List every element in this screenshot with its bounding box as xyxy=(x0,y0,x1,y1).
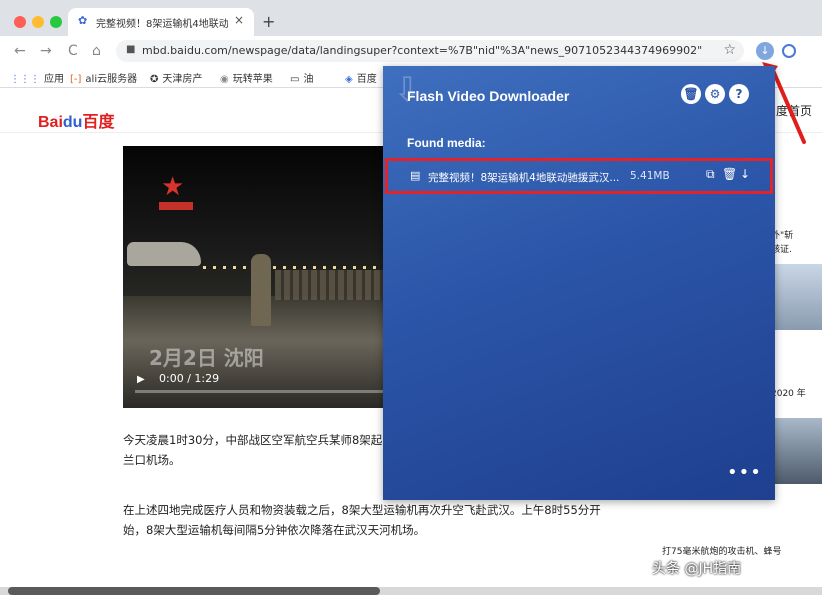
home-icon[interactable]: ⌂ xyxy=(92,43,101,59)
flash-video-downloader-popup: ⇩ Flash Video Downloader 🗑 ⚙ ? Found med… xyxy=(383,66,775,500)
close-window-button[interactable] xyxy=(14,16,26,28)
video-date-overlay: 2月2日 沈阳 xyxy=(149,346,264,370)
close-tab-icon[interactable]: × xyxy=(234,13,244,27)
media-name[interactable]: 完整视频！8架运输机4地联动驰援武汉... xyxy=(428,170,624,185)
reload-icon[interactable]: C xyxy=(68,43,78,59)
bookmark-folder[interactable]: ▭ 油 xyxy=(290,70,313,85)
file-icon: ▤ xyxy=(410,169,421,182)
baidu-paw-icon: du xyxy=(62,114,83,131)
found-media-label: Found media: xyxy=(407,136,486,150)
help-icon[interactable]: ? xyxy=(729,84,749,104)
back-icon[interactable]: ← xyxy=(14,43,26,59)
media-item[interactable]: ▤ 完整视频！8架运输机4地联动驰援武汉... 5.41MB ⧉ 🗑 ↓ xyxy=(385,158,773,194)
more-options-icon[interactable]: ••• xyxy=(727,462,762,483)
new-tab-button[interactable]: + xyxy=(262,12,275,31)
troops-image xyxy=(275,270,385,300)
tab-title: 完整视频！8架运输机4地联动驰 xyxy=(96,19,228,30)
side-thumbnail[interactable] xyxy=(772,264,822,330)
video-time: 0:00 / 1:29 xyxy=(159,372,220,385)
bookmark-tianjin[interactable]: ✪ 天津房产 xyxy=(150,70,202,85)
house-icon: ✪ xyxy=(150,74,159,85)
browser-tab[interactable]: ✿ 完整视频！8架运输机4地联动驰 × xyxy=(68,8,254,36)
soldier-image xyxy=(251,254,271,326)
forward-icon[interactable]: → xyxy=(40,43,52,59)
baidu-logo[interactable]: Baidu百度 xyxy=(38,108,114,132)
side-thumbnail[interactable] xyxy=(772,418,822,484)
apple-icon: ◉ xyxy=(220,74,229,85)
cctv-military-logo-icon: ★ xyxy=(161,172,185,202)
trash-icon[interactable]: 🗑 xyxy=(681,84,701,104)
bookmark-apps[interactable]: ⋮⋮⋮ 应用 xyxy=(10,70,64,85)
video-progress-bar[interactable] xyxy=(135,390,385,393)
url-text[interactable]: mbd.baidu.com/newspage/data/landingsuper… xyxy=(142,44,702,57)
address-bar[interactable]: ■ mbd.baidu.com/newspage/data/landingsup… xyxy=(116,40,744,62)
bookmark-baidu[interactable]: ◈ 百度 xyxy=(345,70,377,85)
download-icon[interactable]: ↓ xyxy=(740,167,750,181)
media-size: 5.41MB xyxy=(630,170,670,182)
play-icon[interactable]: ▶ xyxy=(137,374,145,385)
extension-icon[interactable] xyxy=(782,44,796,58)
bookmark-star-icon[interactable]: ☆ xyxy=(723,42,736,58)
bookmark-apple[interactable]: ◉ 玩转苹果 xyxy=(220,70,273,85)
popup-title: Flash Video Downloader xyxy=(407,88,570,104)
baidu-favicon-icon: ✿ xyxy=(78,14,88,27)
folder-icon: ▭ xyxy=(290,74,300,85)
copy-icon[interactable]: ⧉ xyxy=(706,167,715,182)
settings-icon[interactable]: ⚙ xyxy=(705,84,725,104)
video-player[interactable]: ★ 2月2日 沈阳 ▶ 0:00 / 1:29 xyxy=(123,146,385,408)
apps-grid-icon: ⋮⋮⋮ xyxy=(10,74,40,85)
lock-icon: ■ xyxy=(126,44,136,55)
horizontal-scrollbar-thumb[interactable] xyxy=(8,587,380,595)
aircraft-image xyxy=(127,242,201,266)
watermark: 头条 @JH指南 xyxy=(652,561,742,577)
tab-bar: ✿ 完整视频！8架运输机4地联动驰 × + xyxy=(0,0,822,36)
maximize-window-button[interactable] xyxy=(50,16,62,28)
browser-toolbar: ← → C ⌂ ■ mbd.baidu.com/newspage/data/la… xyxy=(0,36,822,66)
minimize-window-button[interactable] xyxy=(32,16,44,28)
ali-cloud-icon: [-] xyxy=(70,74,82,85)
side-caption[interactable]: 打75毫米航炮的攻击机、蜂号 xyxy=(662,544,781,557)
baidu-icon: ◈ xyxy=(345,74,353,85)
bookmark-ali[interactable]: [-] ali云服务器 xyxy=(70,70,137,85)
delete-icon[interactable]: 🗑 xyxy=(722,167,737,181)
article-paragraph: 在上述四地完成医疗人员和物资装载之后，8架大型运输机再次升空飞赴武汉。上午8时5… xyxy=(123,503,601,537)
